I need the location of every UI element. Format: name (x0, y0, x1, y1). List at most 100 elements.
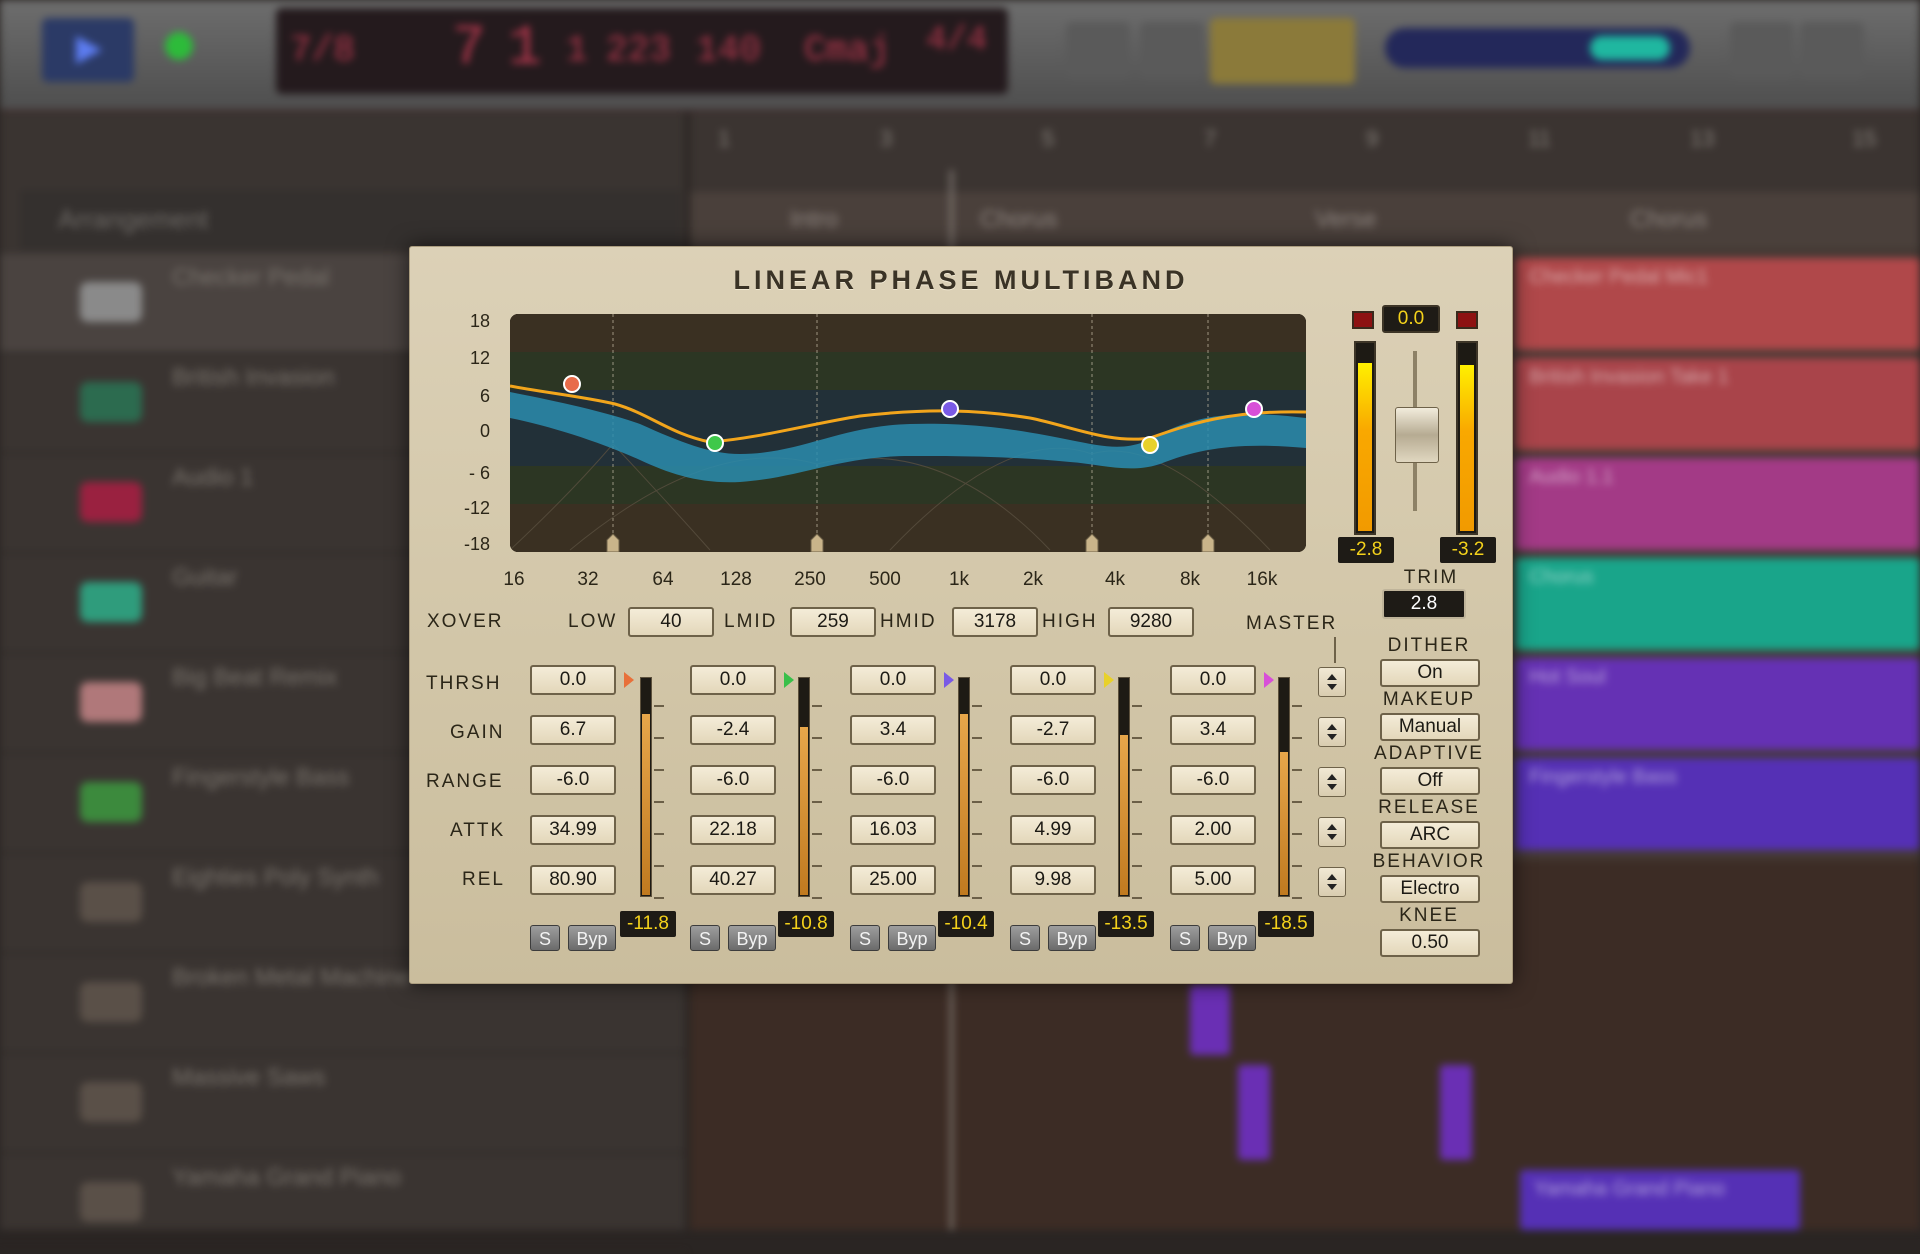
ruler-tick: 15 (1852, 126, 1877, 151)
band-5-gain-field[interactable]: 3.4 (1170, 715, 1256, 745)
marker[interactable]: Verse (1315, 206, 1376, 234)
audio-region[interactable]: Checker Pedal Mic1 (1515, 258, 1920, 350)
xover-low-field[interactable]: 40 (628, 607, 714, 637)
band-5-thrsh-field[interactable]: 0.0 (1170, 665, 1256, 695)
band-4-rel-field[interactable]: 9.98 (1010, 865, 1096, 895)
master-thrsh-stepper[interactable] (1318, 667, 1346, 697)
band-3-rel-field[interactable]: 25.00 (850, 865, 936, 895)
band-3-threshold-arrow[interactable] (944, 672, 954, 688)
band-1-gain-field[interactable]: 6.7 (530, 715, 616, 745)
midi-region[interactable]: Yamaha Grand Piano (1520, 1170, 1800, 1230)
attk-label: ATTK (450, 820, 506, 841)
band-2-range-field[interactable]: -6.0 (690, 765, 776, 795)
cycle-button[interactable] (1066, 22, 1130, 78)
midi-region[interactable] (1190, 985, 1230, 1055)
master-attk-stepper[interactable] (1318, 817, 1346, 847)
band-5-rel-field[interactable]: 5.00 (1170, 865, 1256, 895)
band-2-thrsh-field[interactable]: 0.0 (690, 665, 776, 695)
midi-region[interactable]: Hot Soul (1515, 658, 1920, 750)
master-range-stepper[interactable] (1318, 767, 1346, 797)
band-4-solo-button[interactable]: S (1010, 925, 1040, 951)
track-icon (80, 1182, 142, 1222)
band-4-thrsh-field[interactable]: 0.0 (1010, 665, 1096, 695)
track-row[interactable]: Yamaha Grand Piano (0, 1154, 685, 1254)
marker[interactable]: Intro (790, 206, 838, 234)
marker[interactable]: Chorus (1630, 206, 1707, 234)
master-volume-slider[interactable] (1385, 28, 1690, 68)
track-row[interactable]: Massive Saws (0, 1054, 685, 1154)
band-4-gain-field[interactable]: -2.7 (1010, 715, 1096, 745)
midi-region[interactable]: Fingerstyle Bass (1515, 758, 1920, 850)
tuner-button[interactable] (1140, 22, 1204, 78)
y-axis-label: 12 (469, 348, 490, 368)
marker[interactable]: Chorus (980, 206, 1057, 234)
ruler-tick: 11 (1528, 126, 1551, 151)
audio-region[interactable]: Audio 1.1 (1515, 458, 1920, 550)
band-2-solo-button[interactable]: S (690, 925, 720, 951)
band-2-attk-field[interactable]: 22.18 (690, 815, 776, 845)
band-1-threshold-arrow[interactable] (624, 672, 634, 688)
audio-region[interactable]: Chorus (1515, 558, 1920, 650)
band-4-bypass-button[interactable]: Byp (1048, 925, 1096, 951)
band-5-threshold-arrow[interactable] (1264, 672, 1274, 688)
midi-region[interactable] (1238, 1065, 1270, 1160)
clip-led-right[interactable] (1456, 311, 1478, 329)
makeup-label: MAKEUP (1382, 689, 1476, 710)
master-gain-stepper[interactable] (1318, 717, 1346, 747)
thrsh-label: THRSH (426, 673, 502, 694)
eq-graph[interactable] (510, 314, 1306, 552)
trim-field[interactable]: 2.8 (1382, 589, 1466, 619)
band-1-bypass-button[interactable]: Byp (568, 925, 616, 951)
band-5-bypass-button[interactable]: Byp (1208, 925, 1256, 951)
clip-led-left[interactable] (1352, 311, 1374, 329)
x-axis-label: 16k (1246, 569, 1278, 590)
band-3-solo-button[interactable]: S (850, 925, 880, 951)
band-4-attk-field[interactable]: 4.99 (1010, 815, 1096, 845)
count-in-button[interactable] (1210, 18, 1355, 84)
band-1-range-field[interactable]: -6.0 (530, 765, 616, 795)
band-1-attk-field[interactable]: 34.99 (530, 815, 616, 845)
arrangement-header: Arrangement (20, 190, 680, 250)
band-2-rel-field[interactable]: 40.27 (690, 865, 776, 895)
band-2-handle (706, 434, 724, 452)
release-menu[interactable]: ARC (1380, 821, 1480, 849)
region-name: Audio 1.1 (1529, 466, 1614, 488)
midi-region[interactable] (1440, 1065, 1472, 1160)
dither-menu[interactable]: On (1380, 659, 1480, 687)
band-4-range-field[interactable]: -6.0 (1010, 765, 1096, 795)
master-rel-stepper[interactable] (1318, 867, 1346, 897)
band-5-range-field[interactable]: -6.0 (1170, 765, 1256, 795)
behavior-menu[interactable]: Electro (1380, 875, 1480, 903)
play-button[interactable] (42, 18, 134, 82)
band-3-attk-field[interactable]: 16.03 (850, 815, 936, 845)
band-2-threshold-arrow[interactable] (784, 672, 794, 688)
band-1-thrsh-field[interactable]: 0.0 (530, 665, 616, 695)
band-4-threshold-arrow[interactable] (1104, 672, 1114, 688)
audio-region[interactable]: British Invasion Take 1 (1515, 358, 1920, 450)
band-5-solo-button[interactable]: S (1170, 925, 1200, 951)
band-3-thrsh-field[interactable]: 0.0 (850, 665, 936, 695)
y-axis-label: -18 (463, 534, 490, 554)
record-icon[interactable] (165, 32, 193, 60)
band-3-bypass-button[interactable]: Byp (888, 925, 936, 951)
band-2-bypass-button[interactable]: Byp (728, 925, 776, 951)
loop-browser-button[interactable] (1800, 22, 1864, 78)
output-meter-right-readout: -3.2 (1440, 537, 1496, 563)
band-2-gain-field[interactable]: -2.4 (690, 715, 776, 745)
output-fader-handle[interactable] (1395, 407, 1439, 463)
band-3-range-field[interactable]: -6.0 (850, 765, 936, 795)
track-name: Checker Pedal (172, 264, 330, 291)
band-5-attk-field[interactable]: 2.00 (1170, 815, 1256, 845)
ruler[interactable]: 1 3 5 7 9 11 13 15 (690, 112, 1920, 192)
lcd-signature: 7/8 (290, 30, 355, 71)
notepad-button[interactable] (1730, 22, 1794, 78)
makeup-menu[interactable]: Manual (1380, 713, 1480, 741)
knee-field[interactable]: 0.50 (1380, 929, 1480, 957)
band-3-gain-field[interactable]: 3.4 (850, 715, 936, 745)
xover-hmid-field[interactable]: 3178 (952, 607, 1038, 637)
xover-high-field[interactable]: 9280 (1108, 607, 1194, 637)
adaptive-menu[interactable]: Off (1380, 767, 1480, 795)
band-1-rel-field[interactable]: 80.90 (530, 865, 616, 895)
band-1-solo-button[interactable]: S (530, 925, 560, 951)
xover-lmid-field[interactable]: 259 (790, 607, 876, 637)
